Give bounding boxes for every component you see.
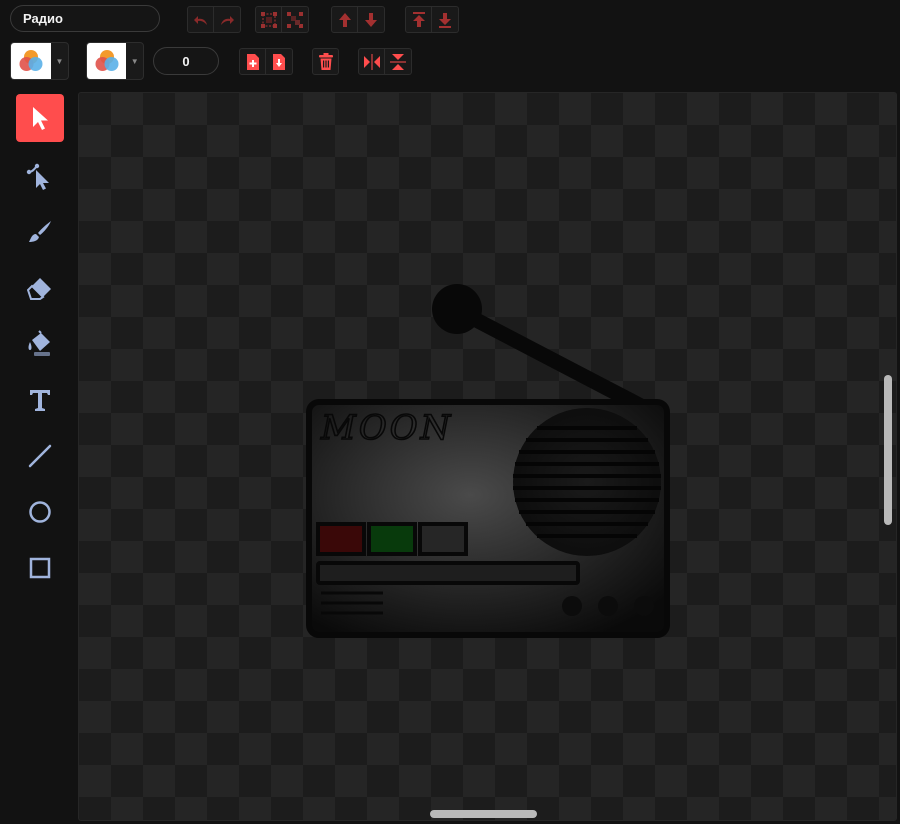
circle-icon xyxy=(29,501,51,523)
redo-button[interactable] xyxy=(214,6,241,33)
costume-name-input[interactable] xyxy=(10,5,160,32)
arrow-down-icon xyxy=(365,12,377,27)
flip-horizontal-button[interactable] xyxy=(358,48,385,75)
back-button[interactable] xyxy=(432,6,459,33)
copy-icon xyxy=(246,53,259,70)
radio-tuner-bar xyxy=(316,561,580,585)
radio-artwork: MOON xyxy=(306,284,670,638)
paste-icon xyxy=(273,53,285,70)
radio-brand-text: MOON xyxy=(320,408,453,448)
front-button[interactable] xyxy=(405,6,432,33)
rectangle-icon xyxy=(29,557,51,579)
radio-antenna xyxy=(451,303,649,414)
drawing-canvas[interactable]: MOON xyxy=(78,92,897,821)
arrow-up-icon xyxy=(338,12,351,27)
reshape-icon xyxy=(26,163,49,190)
fill-swatch xyxy=(11,43,51,79)
rectangle-tool[interactable] xyxy=(16,544,64,592)
radio-speaker xyxy=(513,408,661,556)
flip-horizontal-icon xyxy=(363,53,380,70)
fill-color-picker[interactable]: ▼ xyxy=(10,42,69,80)
line-tool[interactable] xyxy=(16,432,64,480)
chevron-down-icon: ▼ xyxy=(55,56,64,66)
eraser-icon xyxy=(27,278,51,300)
radio-grey-button xyxy=(418,522,468,556)
line-icon xyxy=(28,444,52,468)
send-to-back-icon xyxy=(439,12,451,28)
chevron-down-icon: ▼ xyxy=(130,56,139,66)
radio-red-button xyxy=(316,522,366,556)
radio-knob xyxy=(634,596,654,616)
undo-button[interactable] xyxy=(187,6,214,33)
radio-knob xyxy=(598,596,618,616)
delete-button[interactable] xyxy=(312,48,339,75)
radio-green-button xyxy=(367,522,417,556)
redo-icon xyxy=(221,15,234,25)
paste-button[interactable] xyxy=(266,48,293,75)
color-circles-icon xyxy=(19,50,43,71)
text-tool[interactable] xyxy=(16,376,64,424)
eraser-tool[interactable] xyxy=(16,264,64,312)
select-tool[interactable] xyxy=(16,94,64,142)
outline-color-picker[interactable]: ▼ xyxy=(86,42,144,80)
vertical-scrollbar[interactable] xyxy=(884,375,892,525)
ungroup-button[interactable] xyxy=(282,6,309,33)
color-circles-icon xyxy=(95,50,119,71)
bring-to-front-icon xyxy=(412,11,425,27)
forward-button[interactable] xyxy=(331,6,358,33)
paint-bucket-icon xyxy=(28,330,50,356)
flip-vertical-icon xyxy=(390,53,406,70)
circle-tool[interactable] xyxy=(16,488,64,536)
reshape-tool[interactable] xyxy=(16,152,64,200)
undo-icon xyxy=(193,15,207,25)
horizontal-scrollbar[interactable] xyxy=(430,810,537,818)
text-icon xyxy=(30,390,50,411)
flip-vertical-button[interactable] xyxy=(385,48,412,75)
radio-knob xyxy=(562,596,582,616)
trash-icon xyxy=(318,52,333,70)
outline-swatch xyxy=(87,43,127,79)
outline-width-input[interactable] xyxy=(153,47,219,75)
antenna-knob xyxy=(432,284,482,334)
brush-icon xyxy=(29,221,51,242)
fill-tool[interactable] xyxy=(16,320,64,368)
brush-tool[interactable] xyxy=(16,208,64,256)
copy-button[interactable] xyxy=(239,48,266,75)
group-button[interactable] xyxy=(255,6,282,33)
group-icon xyxy=(260,11,277,28)
arrow-pointer-icon xyxy=(33,107,48,130)
ungroup-icon xyxy=(287,11,303,28)
backward-button[interactable] xyxy=(358,6,385,33)
